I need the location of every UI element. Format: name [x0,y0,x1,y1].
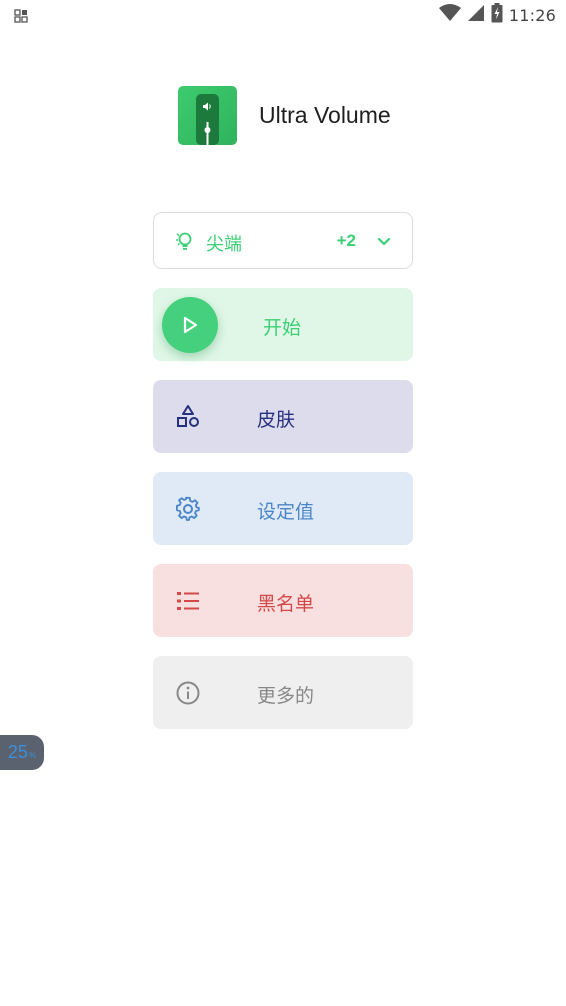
battery-charging-icon [491,3,503,27]
status-time: 11:26 [508,5,556,25]
mode-label: 尖端 [206,234,242,255]
more-button[interactable]: 更多的 [153,656,413,729]
mode-extra-count: +2 [336,231,356,250]
status-bar: 11:26 [0,0,566,30]
notification-grid-icon [14,8,28,23]
lightbulb-icon [174,230,196,252]
start-label: 开始 [263,317,302,339]
list-icon [175,588,201,614]
gear-icon [175,496,201,522]
blacklist-button[interactable]: 黑名单 [153,564,413,637]
more-label: 更多的 [257,685,315,707]
shapes-icon [175,404,201,430]
skin-button[interactable]: 皮肤 [153,380,413,453]
app-title: Ultra Volume [259,101,391,128]
volume-level-value: 25 [7,742,28,762]
settings-label: 设定值 [257,501,315,523]
volume-level-unit: % [28,751,37,760]
start-button[interactable]: 开始 [153,288,413,361]
chevron-down-icon [376,233,392,249]
info-icon [175,680,201,706]
skin-label: 皮肤 [257,409,296,431]
volume-slider-logo-icon [178,85,237,145]
wifi-icon [438,4,461,26]
settings-button[interactable]: 设定值 [153,472,413,545]
blacklist-label: 黑名单 [257,593,315,615]
mode-dropdown[interactable]: 尖端 +2 [153,212,413,269]
play-button[interactable] [162,297,218,353]
cell-signal-icon [467,4,485,26]
play-icon [183,316,198,334]
app-header: Ultra Volume [178,85,391,145]
volume-level-badge[interactable]: 25% [0,735,44,770]
